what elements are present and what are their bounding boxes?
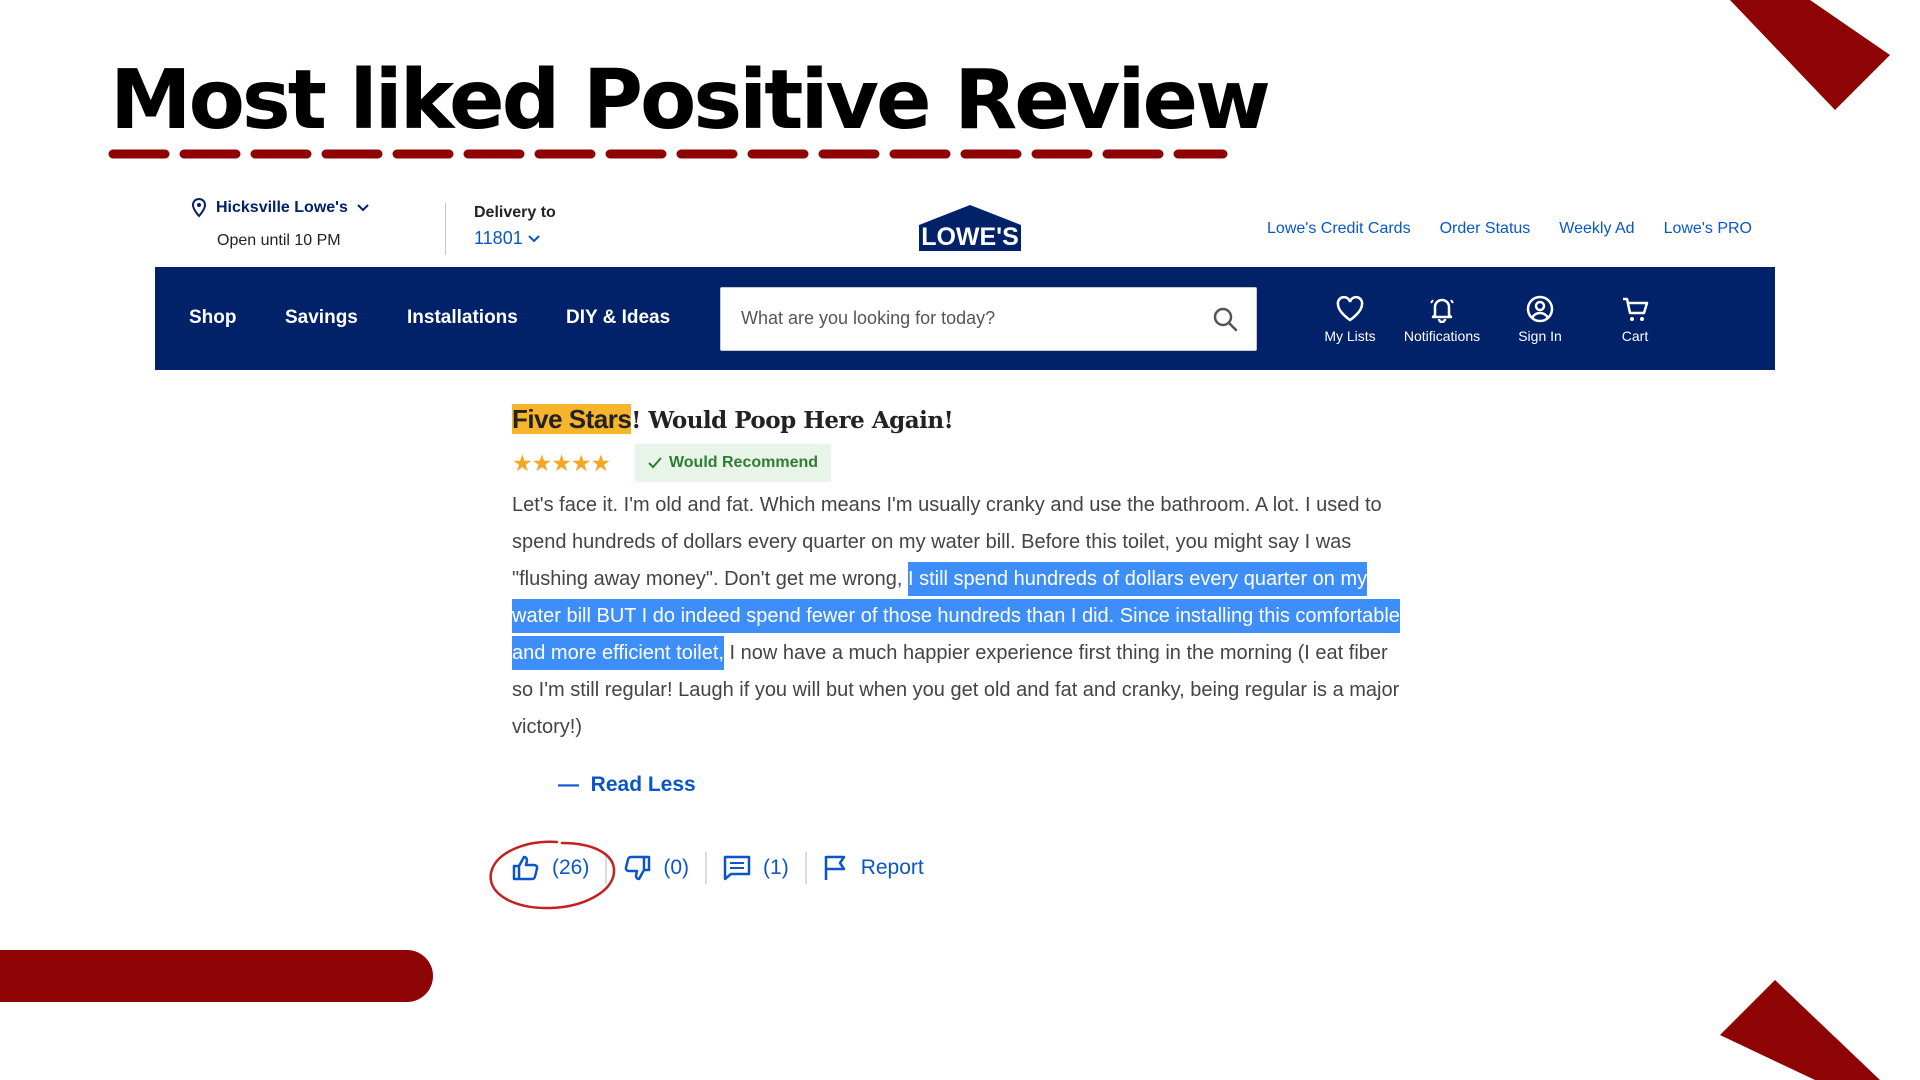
nav-diy-ideas[interactable]: DIY & Ideas xyxy=(566,307,670,329)
action-divider xyxy=(705,852,708,884)
store-hours: Open until 10 PM xyxy=(217,232,341,249)
review-title-rest: ! Would Poop Here Again! xyxy=(631,407,954,434)
store-selector[interactable]: Hicksville Lowe's xyxy=(190,198,370,218)
store-name: Hicksville Lowe's xyxy=(216,199,348,216)
comments-count: (1) xyxy=(763,856,789,879)
nav-savings[interactable]: Savings xyxy=(285,307,358,329)
checkmark-icon xyxy=(648,457,662,469)
location-pin-icon xyxy=(191,198,207,218)
link-lowes-pro[interactable]: Lowe's PRO xyxy=(1664,220,1752,238)
heart-icon xyxy=(1336,295,1364,322)
delivery-zip-selector[interactable]: 11801 xyxy=(474,228,541,249)
bell-icon xyxy=(1430,298,1454,323)
would-recommend-badge: Would Recommend xyxy=(635,444,831,482)
corner-decoration-bottom xyxy=(1720,980,1880,1080)
read-less-label: Read Less xyxy=(590,773,696,796)
link-weekly-ad[interactable]: Weekly Ad xyxy=(1559,220,1634,238)
top-links: Lowe's Credit Cards Order Status Weekly … xyxy=(1267,220,1752,238)
sign-in-button[interactable]: Sign In xyxy=(1485,295,1595,344)
nav-shop[interactable]: Shop xyxy=(189,307,237,329)
chevron-down-icon xyxy=(528,234,540,242)
report-button[interactable]: Report xyxy=(823,854,924,882)
header-divider xyxy=(445,203,446,255)
cart-label: Cart xyxy=(1621,328,1649,344)
review-body: Let's face it. I'm old and fat. Which me… xyxy=(512,487,1412,746)
lowes-logo[interactable]: LOWE'S xyxy=(917,203,1023,253)
recommend-label: Would Recommend xyxy=(668,454,819,471)
slide-title: Most liked Positive Review xyxy=(110,53,1271,148)
search-box[interactable]: What are you looking for today? xyxy=(720,287,1257,351)
my-lists-label: My Lists xyxy=(1324,328,1376,344)
cart-icon xyxy=(1623,297,1649,321)
sign-in-label: Sign In xyxy=(1518,328,1562,344)
report-label: Report xyxy=(860,856,924,879)
unhelpful-button[interactable]: (0) xyxy=(623,855,689,881)
thumbs-down-icon xyxy=(625,855,651,881)
title-underline xyxy=(108,149,1228,159)
star-rating: ★★★★★ xyxy=(512,450,611,476)
nav-installations[interactable]: Installations xyxy=(407,307,518,329)
chevron-down-icon xyxy=(357,204,369,212)
delivery-label: Delivery to xyxy=(474,204,556,221)
search-icon[interactable] xyxy=(1212,306,1238,332)
link-order-status[interactable]: Order Status xyxy=(1440,220,1531,238)
link-credit-cards[interactable]: Lowe's Credit Cards xyxy=(1267,220,1411,238)
review-title-highlight: Five Stars xyxy=(512,404,632,434)
user-icon xyxy=(1526,295,1554,323)
read-less-button[interactable]: — Read Less xyxy=(558,773,696,797)
notifications-label: Notifications xyxy=(1403,328,1481,344)
minus-icon: — xyxy=(558,773,591,796)
decorative-bar xyxy=(0,950,433,1002)
logo-text: LOWE'S xyxy=(921,223,1019,251)
delivery-zip: 11801 xyxy=(474,228,523,248)
unhelpful-count: (0) xyxy=(663,856,690,879)
review-title: Five Stars! Would Poop Here Again! xyxy=(512,404,954,435)
flag-icon xyxy=(824,855,845,880)
notifications-button[interactable]: Notifications xyxy=(1387,295,1497,344)
comments-button[interactable]: (1) xyxy=(723,855,789,881)
cart-button[interactable]: Cart xyxy=(1580,295,1690,344)
main-navbar: Shop Savings Installations DIY & Ideas W… xyxy=(155,267,1775,370)
hand-drawn-circle xyxy=(489,840,616,910)
corner-decoration-top xyxy=(1730,0,1890,110)
comment-icon xyxy=(723,855,751,881)
search-input[interactable]: What are you looking for today? xyxy=(741,308,995,329)
action-divider xyxy=(804,852,807,884)
